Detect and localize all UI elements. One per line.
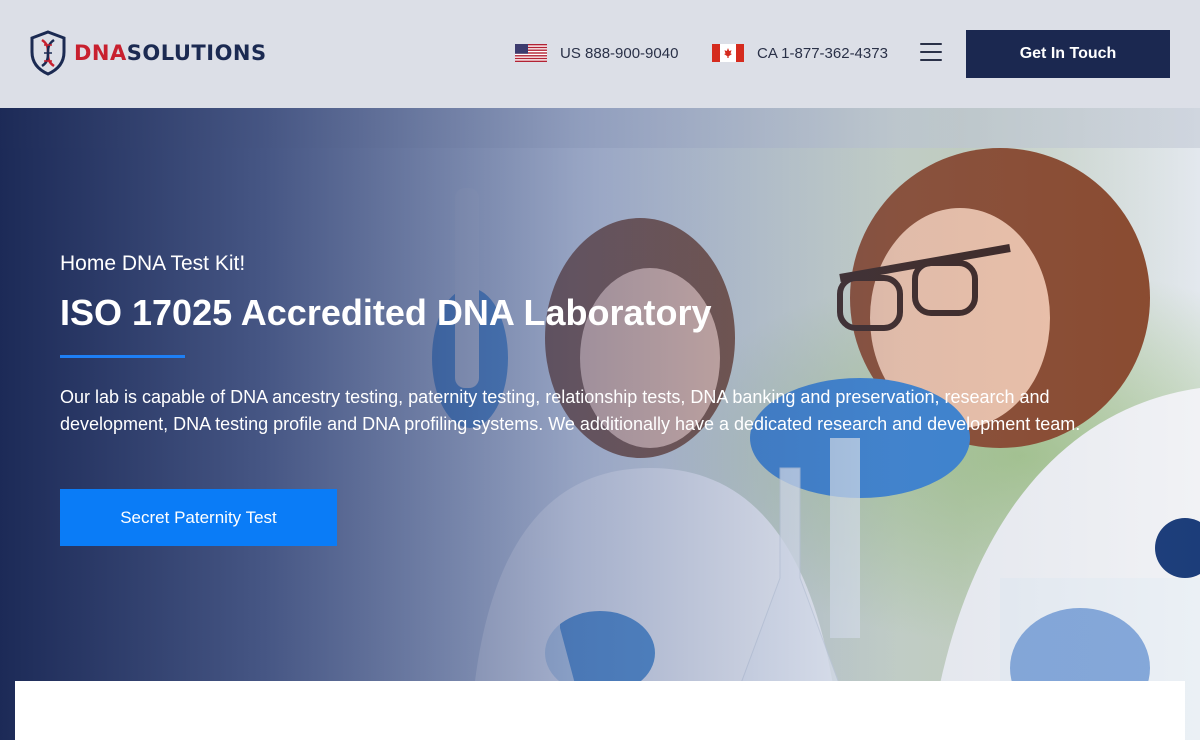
phone-us[interactable]: US 888-900-9040	[515, 44, 678, 62]
site-header: DNASOLUTIONS US 888-900-9040 CA 1-877-36…	[0, 0, 1200, 108]
hero-section: Home DNA Test Kit! ISO 17025 Accredited …	[0, 108, 1200, 740]
hero-description: Our lab is capable of DNA ancestry testi…	[60, 387, 1081, 434]
us-flag-icon	[515, 44, 547, 62]
hamburger-menu-icon[interactable]	[920, 43, 942, 61]
content-panel	[15, 681, 1185, 740]
dna-shield-logo-icon	[30, 30, 66, 76]
hero-eyebrow: Home DNA Test Kit!	[60, 252, 246, 275]
hero-title: ISO 17025 Accredited DNA Laboratory	[60, 292, 712, 333]
logo-wordmark: DNASOLUTIONS	[74, 41, 267, 65]
logo[interactable]: DNASOLUTIONS	[28, 30, 267, 76]
phone-ca-number[interactable]: CA 1-877-362-4373	[757, 45, 888, 62]
canada-flag-icon	[712, 44, 744, 62]
title-underline	[60, 355, 185, 358]
phone-us-number[interactable]: US 888-900-9040	[560, 45, 678, 62]
get-in-touch-button[interactable]: Get In Touch	[966, 30, 1170, 78]
secret-paternity-test-button[interactable]: Secret Paternity Test	[60, 489, 337, 546]
phone-ca[interactable]: CA 1-877-362-4373	[712, 44, 888, 62]
